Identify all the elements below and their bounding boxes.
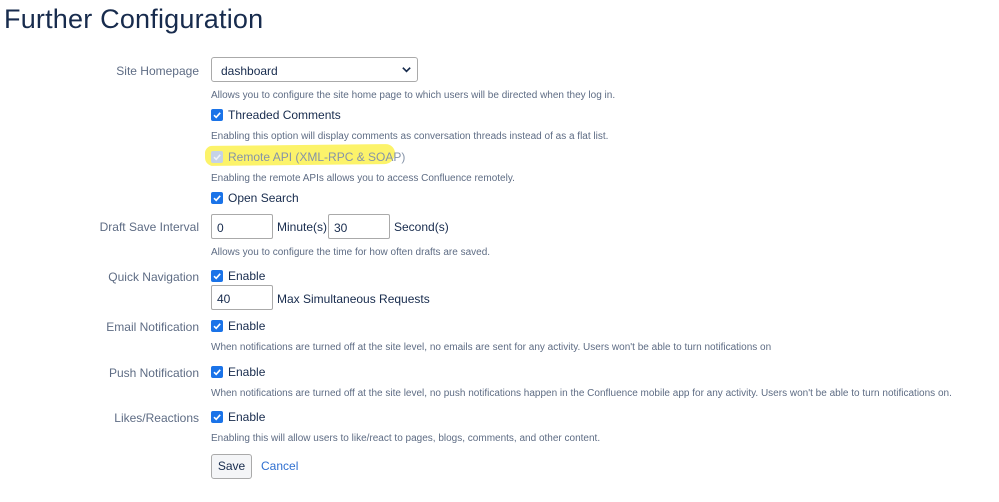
threaded-comments-checkbox[interactable]	[211, 109, 223, 121]
likes-reactions-checkbox[interactable]	[211, 411, 223, 423]
remote-api-option[interactable]: Remote API (XML-RPC & SOAP)	[211, 150, 405, 164]
email-notification-checkbox[interactable]	[211, 320, 223, 332]
email-notification-enable-label: Enable	[228, 319, 266, 333]
threaded-comments-description: Enabling this option will display commen…	[211, 131, 609, 142]
remote-api-description: Enabling the remote APIs allows you to a…	[211, 173, 515, 184]
remote-api-label: Remote API (XML-RPC & SOAP)	[228, 150, 406, 164]
quick-navigation-enable-label: Enable	[228, 269, 266, 283]
max-requests-label: Max Simultaneous Requests	[277, 292, 430, 306]
checkmark-icon	[213, 323, 221, 330]
draft-save-description: Allows you to configure the time for how…	[211, 247, 491, 258]
threaded-comments-label: Threaded Comments	[228, 108, 341, 122]
threaded-comments-option[interactable]: Threaded Comments	[211, 108, 341, 122]
checkmark-icon	[213, 154, 221, 161]
draft-minutes-input[interactable]: 0	[211, 214, 273, 239]
site-homepage-description: Allows you to configure the site home pa…	[211, 90, 616, 101]
push-notification-enable-label: Enable	[228, 365, 266, 379]
email-notification-option[interactable]: Enable	[211, 319, 265, 333]
site-homepage-selected-value: dashboard	[221, 64, 278, 78]
chevron-down-icon	[402, 67, 411, 73]
checkmark-icon	[213, 414, 221, 421]
likes-reactions-description: Enabling this will allow users to like/r…	[211, 433, 601, 444]
remote-api-checkbox[interactable]	[211, 151, 223, 163]
email-notification-label: Email Notification	[106, 320, 199, 334]
likes-reactions-label: Likes/Reactions	[114, 411, 199, 425]
push-notification-label: Push Notification	[108, 366, 199, 380]
push-notification-description: When notifications are turned off at the…	[211, 388, 952, 399]
quick-navigation-label: Quick Navigation	[108, 270, 199, 284]
seconds-unit-label: Second(s)	[394, 220, 449, 234]
draft-seconds-input[interactable]: 30	[328, 214, 390, 239]
cancel-link[interactable]: Cancel	[261, 459, 298, 473]
likes-reactions-enable-label: Enable	[228, 410, 266, 424]
site-homepage-select[interactable]: dashboard	[211, 57, 418, 82]
open-search-checkbox[interactable]	[211, 192, 223, 204]
draft-save-interval-label: Draft Save Interval	[99, 220, 199, 234]
site-homepage-label: Site Homepage	[116, 64, 199, 78]
max-requests-input[interactable]: 40	[211, 285, 273, 310]
page-title: Further Configuration	[4, 4, 264, 34]
save-button[interactable]: Save	[211, 454, 252, 479]
quick-navigation-option[interactable]: Enable	[211, 269, 265, 283]
checkmark-icon	[213, 369, 221, 376]
email-notification-description: When notifications are turned off at the…	[211, 342, 772, 353]
push-notification-option[interactable]: Enable	[211, 365, 265, 379]
push-notification-checkbox[interactable]	[211, 366, 223, 378]
checkmark-icon	[213, 273, 221, 280]
likes-reactions-option[interactable]: Enable	[211, 410, 265, 424]
quick-navigation-checkbox[interactable]	[211, 270, 223, 282]
checkmark-icon	[213, 195, 221, 202]
minutes-unit-label: Minute(s)	[277, 220, 328, 234]
open-search-label: Open Search	[228, 191, 299, 205]
open-search-option[interactable]: Open Search	[211, 191, 299, 205]
checkmark-icon	[213, 112, 221, 119]
